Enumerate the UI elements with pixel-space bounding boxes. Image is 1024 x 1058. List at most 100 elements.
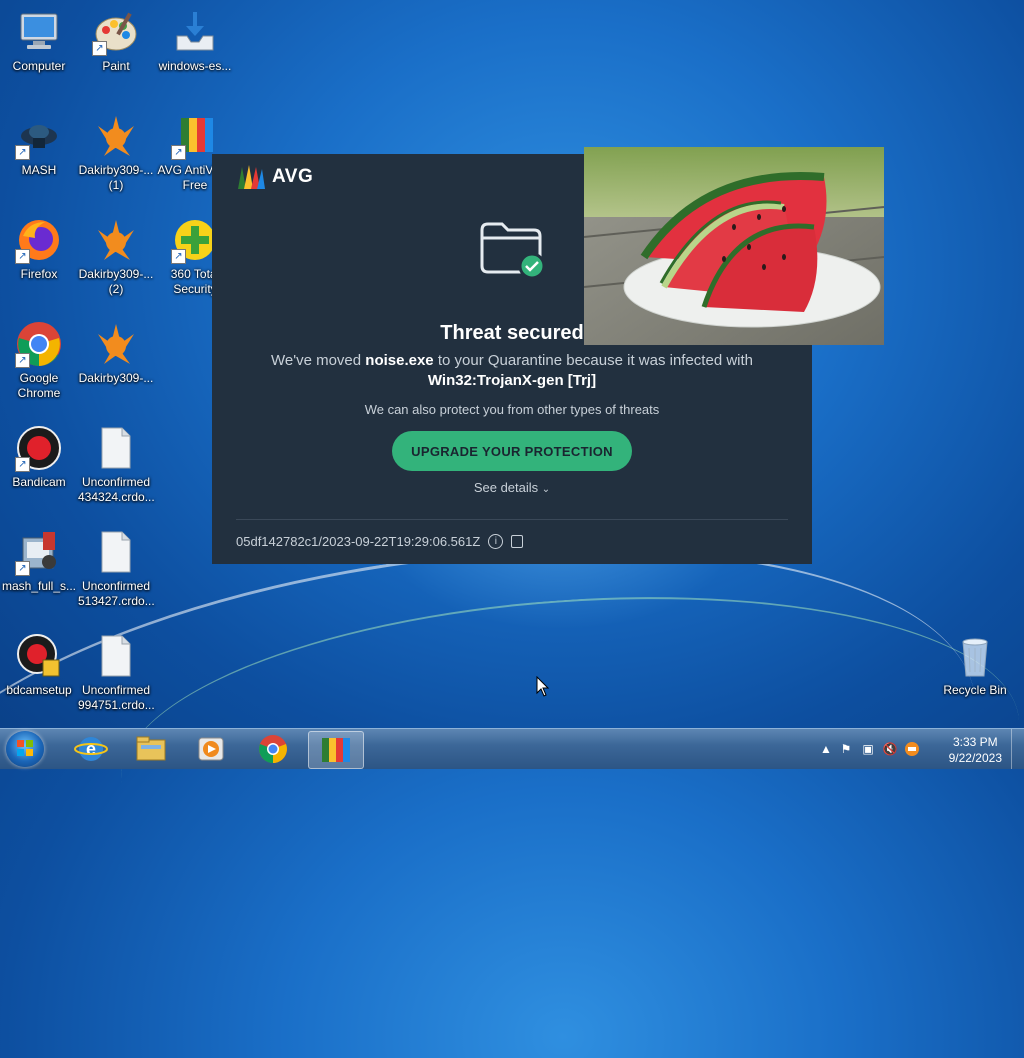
show-hidden-icons-icon[interactable]: ▲ xyxy=(818,741,834,757)
see-details-link[interactable]: See details ⌄ xyxy=(212,480,812,495)
desktop-icon-label: Google Chrome xyxy=(17,371,61,400)
desktop-icon-label: Unconfirmed 434324.crdo... xyxy=(78,475,155,504)
desktop-icon-label: Unconfirmed 994751.crdo... xyxy=(78,683,155,712)
avast-icon xyxy=(92,320,140,368)
bandicam-setup-icon xyxy=(15,632,63,680)
installer-icon: ↗ xyxy=(15,528,63,576)
desktop-icon-label: Dakirby309-... xyxy=(78,371,154,385)
taskbar-internet-explorer[interactable]: e xyxy=(64,731,118,767)
chevron-down-icon: ⌄ xyxy=(541,484,551,495)
desktop-icon-label: Dakirby309-... (1) xyxy=(78,163,154,192)
avg-brand-text: AVG xyxy=(272,166,314,187)
avast-icon xyxy=(92,216,140,264)
shortcut-arrow-icon: ↗ xyxy=(171,145,186,160)
avg-logo: AVG xyxy=(236,163,313,191)
download-icon xyxy=(171,8,219,56)
desktop-icon-firefox[interactable]: ↗ Firefox xyxy=(1,216,77,282)
taskbar: e ▲ ⚑ ▣ 🔇 3:33 PM 9/22/2023 xyxy=(0,728,1024,769)
quarantine-folder-icon xyxy=(480,216,546,280)
desktop-icon-bdcamsetup[interactable]: bdcamsetup xyxy=(1,632,77,698)
message-suffix: to your Quarantine because it was infect… xyxy=(437,352,754,369)
desktop-icon-label: MASH xyxy=(21,163,57,177)
desktop-icon-label: Bandicam xyxy=(12,475,66,489)
desktop-icon-label: Paint xyxy=(102,59,130,73)
chrome-icon: ↗ xyxy=(15,320,63,368)
shortcut-arrow-icon: ↗ xyxy=(15,457,30,472)
action-center-flag-icon[interactable]: ⚑ xyxy=(838,741,854,757)
desktop-icon-recycle-bin[interactable]: Recycle Bin xyxy=(937,632,1013,698)
volume-muted-icon[interactable]: 🔇 xyxy=(882,741,898,757)
taskbar-windows-explorer[interactable] xyxy=(124,731,178,767)
secondary-message: We can also protect you from other types… xyxy=(364,402,660,417)
desktop-icon-dakirby-3[interactable]: Dakirby309-... xyxy=(78,320,154,386)
system-tray: ▲ ⚑ ▣ 🔇 3:33 PM 9/22/2023 xyxy=(814,729,1024,769)
network-icon[interactable]: ▣ xyxy=(860,741,876,757)
svg-text:e: e xyxy=(86,739,96,759)
shortcut-arrow-icon: ↗ xyxy=(15,249,30,264)
file-icon xyxy=(92,424,140,472)
clock[interactable]: 3:33 PM 9/22/2023 xyxy=(949,734,1002,766)
recycle-bin-icon xyxy=(951,632,999,680)
mash-icon: ↗ xyxy=(15,112,63,160)
info-icon[interactable]: i xyxy=(488,534,504,549)
upgrade-protection-button[interactable]: UPGRADE YOUR PROTECTION xyxy=(392,431,632,471)
show-desktop-button[interactable] xyxy=(1011,729,1024,769)
message-prefix: We've moved xyxy=(270,352,362,369)
desktop-icon-bandicam[interactable]: ↗ Bandicam xyxy=(1,424,77,490)
taskbar-avg[interactable] xyxy=(308,731,364,769)
desktop-icon-google-chrome[interactable]: ↗ Google Chrome xyxy=(1,320,77,401)
file-icon xyxy=(92,632,140,680)
mouse-cursor-icon xyxy=(536,675,550,703)
taskbar-google-chrome[interactable] xyxy=(246,731,300,767)
desktop-icon-label: mash_full_s... xyxy=(1,579,77,593)
desktop-icon-windows-es[interactable]: windows-es... xyxy=(157,8,233,74)
internet-explorer-icon: e xyxy=(74,737,108,761)
shortcut-arrow-icon: ↗ xyxy=(15,561,30,576)
watermelon-photo xyxy=(584,147,884,345)
desktop-icon-label: Dakirby309-... (2) xyxy=(78,267,154,296)
desktop-icon-paint[interactable]: ↗ Paint xyxy=(78,8,154,74)
threat-name: Win32:TrojanX-gen [Trj] xyxy=(427,372,597,389)
folder-icon xyxy=(136,736,166,761)
desktop-icon-dakirby-1[interactable]: Dakirby309-... (1) xyxy=(78,112,154,193)
shortcut-arrow-icon: ↗ xyxy=(171,249,186,264)
desktop-icon-label: Recycle Bin xyxy=(943,683,1007,697)
taskbar-media-player[interactable] xyxy=(184,731,238,767)
media-player-icon xyxy=(198,737,224,761)
chrome-icon xyxy=(259,735,287,763)
bandicam-icon: ↗ xyxy=(15,424,63,472)
desktop-icon-mash-full-setup[interactable]: ↗ mash_full_s... xyxy=(1,528,77,594)
start-button[interactable] xyxy=(6,731,44,767)
incident-id: 05df142782c1/2023-09-22T19:29:06.561Z xyxy=(236,534,481,549)
desktop-icon-unconfirmed-994751[interactable]: Unconfirmed 994751.crdo... xyxy=(78,632,155,713)
computer-icon xyxy=(15,8,63,56)
avg-logo-icon xyxy=(236,163,266,191)
desktop-icon-dakirby-2[interactable]: Dakirby309-... (2) xyxy=(78,216,154,297)
desktop-icon-label: Unconfirmed 513427.crdo... xyxy=(78,579,155,608)
desktop-icon-label: windows-es... xyxy=(158,59,232,73)
file-icon xyxy=(92,528,140,576)
infected-file-name: noise.exe xyxy=(365,352,434,369)
desktop-icon-computer[interactable]: Computer xyxy=(1,8,77,74)
avg-icon: ↗ xyxy=(171,112,219,160)
shortcut-arrow-icon: ↗ xyxy=(92,41,107,56)
quarantine-message: We've moved noise.exe to your Quarantine… xyxy=(212,352,812,369)
desktop-icon-label: Computer xyxy=(12,59,66,73)
desktop-icon-label: bdcamsetup xyxy=(6,683,72,697)
shortcut-arrow-icon: ↗ xyxy=(15,353,30,368)
avg-tray-icon[interactable] xyxy=(904,741,920,757)
shortcut-arrow-icon: ↗ xyxy=(15,145,30,160)
paint-icon: ↗ xyxy=(92,8,140,56)
firefox-icon: ↗ xyxy=(15,216,63,264)
clock-time: 3:33 PM xyxy=(952,735,998,749)
copy-icon[interactable] xyxy=(511,535,524,548)
see-details-label: See details xyxy=(473,480,539,495)
desktop-icon-mash[interactable]: ↗ MASH xyxy=(1,112,77,178)
avg-icon xyxy=(322,738,350,762)
desktop-icon-label: Firefox xyxy=(20,267,58,281)
desktop-icon-unconfirmed-434324[interactable]: Unconfirmed 434324.crdo... xyxy=(78,424,155,505)
incident-footer: 05df142782c1/2023-09-22T19:29:06.561Z i xyxy=(236,534,524,549)
clock-date: 9/22/2023 xyxy=(948,751,1002,765)
divider xyxy=(236,519,788,520)
desktop-icon-unconfirmed-513427[interactable]: Unconfirmed 513427.crdo... xyxy=(78,528,155,609)
